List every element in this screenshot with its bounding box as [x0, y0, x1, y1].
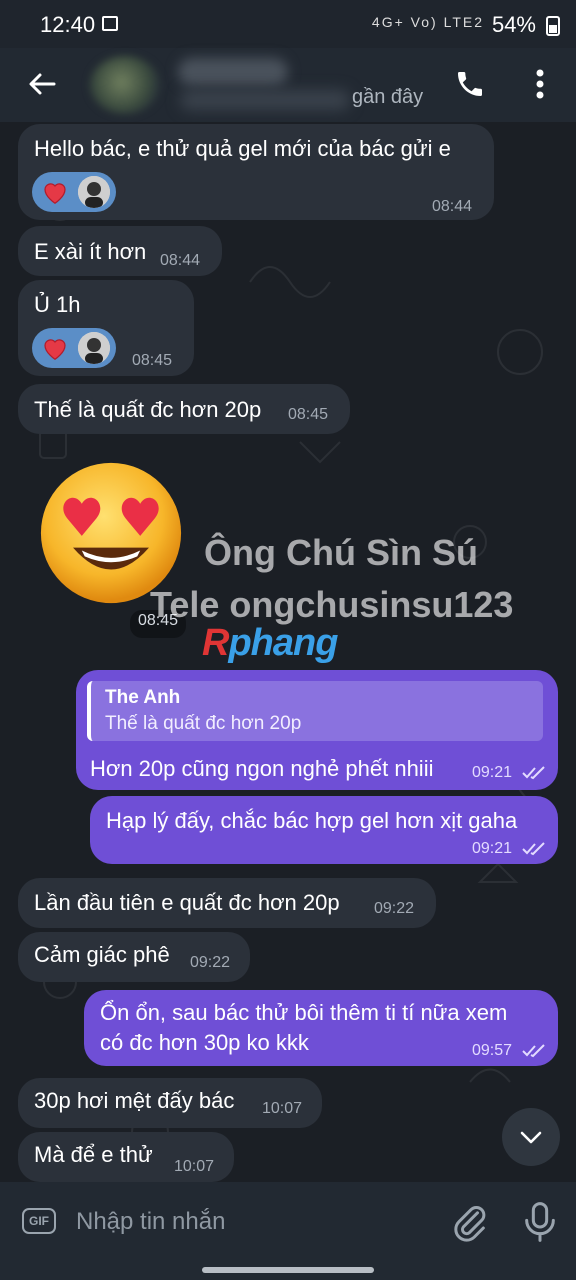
heart-reaction-icon [44, 183, 66, 204]
reactor-avatar [78, 176, 110, 208]
message-list[interactable]: Hello bác, e thử quả gel mới của bác gửi… [0, 122, 576, 1182]
contact-status-redacted [180, 90, 350, 110]
message-time: 09:21 [472, 840, 513, 857]
battery-level: 54% [491, 12, 536, 37]
chevron-down-icon [520, 1131, 542, 1144]
status-time: 12:40 [40, 12, 96, 37]
message-bubble[interactable]: Ổn ổn, sau bác thử bôi thêm ti tí nữa xe… [84, 990, 558, 1066]
message-text: Ổn ổn, sau bác thử bôi thêm ti tí nữa xe… [100, 1000, 508, 1025]
home-gesture-pill[interactable] [202, 1267, 374, 1273]
status-bar: 12:40 4G+ Vo) LTE2 54% [0, 0, 576, 48]
microphone-icon [525, 1202, 555, 1242]
message-text: có đc hơn 30p ko kkk [100, 1030, 309, 1055]
system-nav-bar [0, 1262, 576, 1280]
message-time: 09:57 [472, 1042, 513, 1059]
call-button[interactable] [450, 64, 490, 104]
attach-button[interactable] [450, 1202, 490, 1242]
reply-preview[interactable]: The Anh Thế là quất đc hơn 20p [87, 681, 543, 741]
watermark-logo: Rphang [202, 622, 338, 665]
message-bubble[interactable]: Hạp lý đấy, chắc bác hợp gel hơn xịt gah… [90, 796, 558, 864]
heart-reaction-icon [44, 339, 66, 360]
message-bubble[interactable]: E xài ít hơn 08:44 [18, 226, 222, 276]
chat-header: gần đây [0, 48, 576, 122]
message-time: 08:44 [432, 198, 473, 215]
watermark-logo-r: R [202, 622, 229, 664]
watermark-line2: Tele ongchusinsu123 [150, 584, 514, 625]
calendar-icon [102, 16, 118, 31]
back-button[interactable] [22, 64, 62, 104]
message-time: 08:44 [160, 252, 201, 269]
contact-status: gần đây [352, 86, 424, 108]
message-bubble[interactable]: Hello bác, e thử quả gel mới của bác gửi… [18, 124, 494, 220]
message-bubble[interactable]: Mà để e thử 10:07 [18, 1132, 234, 1182]
message-bubble[interactable]: 30p hơi mệt đấy bác 10:07 [18, 1078, 322, 1128]
message-bubble[interactable]: Ủ 1h 08:45 [18, 280, 194, 376]
message-time: 08:45 [132, 352, 173, 369]
message-composer: GIF [0, 1182, 576, 1262]
message-bubble[interactable]: Cảm giác phê 09:22 [18, 932, 250, 982]
contact-name[interactable] [178, 58, 288, 86]
message-text: Hello bác, e thử quả gel mới của bác gửi… [34, 136, 451, 161]
message-bubble[interactable]: Thế là quất đc hơn 20p 08:45 [18, 384, 350, 434]
reaction-chip[interactable] [32, 328, 116, 368]
phone-icon [458, 72, 482, 96]
message-time: 10:07 [174, 1158, 215, 1175]
contact-avatar[interactable] [90, 56, 160, 114]
double-check-icon [522, 1044, 545, 1058]
paperclip-icon [454, 1205, 486, 1242]
message-input[interactable] [76, 1202, 416, 1242]
message-time: 09:21 [472, 764, 513, 781]
message-text: Ủ 1h [34, 292, 81, 317]
more-options-button[interactable] [524, 64, 556, 104]
message-text: Mà để e thử [34, 1142, 153, 1167]
message-bubble[interactable]: Lần đầu tiên e quất đc hơn 20p 09:22 [18, 878, 436, 928]
voice-record-button[interactable] [520, 1200, 560, 1244]
message-text: E xài ít hơn [34, 239, 147, 264]
message-text: Lần đầu tiên e quất đc hơn 20p [34, 890, 340, 915]
message-bubble[interactable]: The Anh Thế là quất đc hơn 20p Hơn 20p c… [76, 670, 558, 790]
message-text: Hơn 20p cũng ngon nghẻ phết nhiii [90, 756, 434, 781]
reply-text: Thế là quất đc hơn 20p [105, 713, 302, 734]
reactor-avatar [78, 332, 110, 364]
network-status: 4G+ Vo) LTE2 [371, 14, 484, 30]
back-arrow-icon [29, 73, 56, 95]
message-text: Cảm giác phê [34, 942, 170, 967]
message-time: 09:22 [190, 954, 231, 971]
double-check-icon [522, 766, 545, 780]
message-text: Thế là quất đc hơn 20p [34, 397, 262, 422]
message-time: 09:22 [374, 900, 415, 917]
message-text: Hạp lý đấy, chắc bác hợp gel hơn xịt gah… [106, 808, 518, 833]
message-text: 30p hơi mệt đấy bác [34, 1088, 235, 1113]
reaction-chip[interactable] [32, 172, 116, 212]
double-check-icon [522, 842, 545, 856]
gif-button[interactable]: GIF [22, 1208, 56, 1234]
message-time: 10:07 [262, 1100, 303, 1117]
message-time: 08:45 [288, 406, 329, 423]
watermark-logo-rest: phang [228, 622, 338, 664]
reply-author: The Anh [105, 687, 181, 708]
watermark-line1: Ông Chú Sìn Sú [204, 532, 478, 573]
battery-icon [546, 16, 560, 36]
more-vert-icon [536, 69, 544, 99]
scroll-to-bottom-button[interactable] [502, 1108, 560, 1166]
